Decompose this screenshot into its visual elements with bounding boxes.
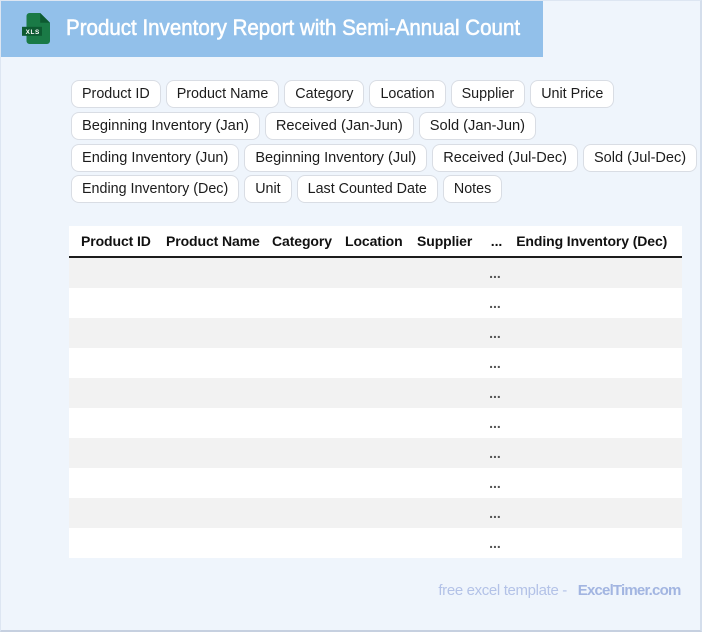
- svg-text:XLS: XLS: [26, 29, 40, 36]
